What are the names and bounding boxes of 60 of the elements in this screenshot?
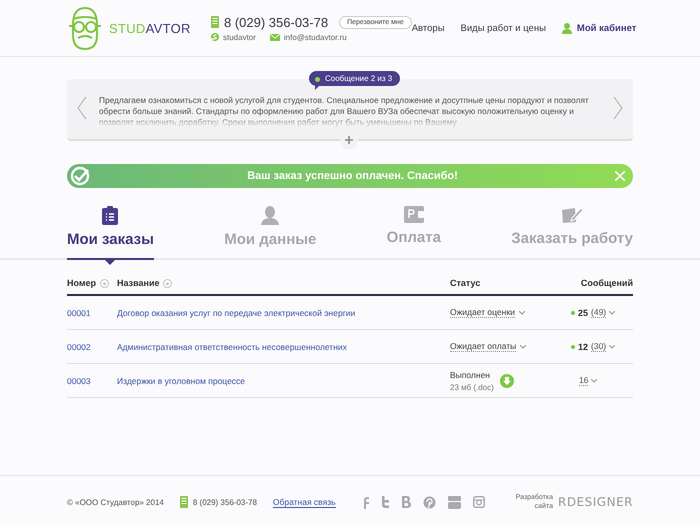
column-header: Сообщений [580, 278, 633, 288]
sort-icon[interactable] [100, 278, 110, 288]
skype-name[interactable]: studavtor [223, 32, 256, 42]
caret-icon [520, 344, 526, 348]
unread-count: 25 [578, 308, 588, 318]
notice-text: Ваш заказ успешно оплачен. Спасибо! [246, 170, 459, 182]
facebook-icon[interactable] [362, 496, 369, 508]
expand-icon[interactable] [345, 136, 353, 144]
nav-link[interactable]: Виды работ и цены [460, 22, 546, 34]
caret-icon[interactable] [609, 310, 616, 314]
order-number[interactable]: 00003 [67, 376, 117, 386]
column-header: Номер [67, 278, 96, 288]
order-title[interactable]: Административная ответственность несовершеннолетних [117, 342, 450, 352]
order-title[interactable]: Договор оказания услуг по передаче электрической энергии [117, 308, 450, 318]
close-icon[interactable] [615, 171, 625, 181]
unread-count: 12 [578, 342, 588, 352]
mail-icon [270, 34, 280, 40]
unread-dot [571, 344, 575, 348]
order-number[interactable]: 00001 [67, 308, 117, 318]
order-number[interactable]: 00002 [67, 342, 117, 352]
account-link[interactable]: Мой кабинет [562, 22, 636, 34]
caret-icon[interactable] [609, 344, 616, 348]
unread-dot [571, 310, 575, 314]
skype-icon [211, 33, 219, 41]
file-size: 23 мб (.doc) [450, 382, 494, 392]
document-pencil-icon [561, 206, 584, 224]
sort-icon[interactable] [163, 278, 172, 288]
phone-icon [180, 496, 188, 508]
vk-icon[interactable] [402, 496, 411, 508]
logo-text: STUDAVTOR [109, 20, 191, 36]
nav-link[interactable]: Авторы [412, 22, 445, 34]
pinterest-icon[interactable] [422, 496, 436, 508]
order-title[interactable]: Издержки в уголовном процессе [117, 376, 450, 386]
caret-icon [518, 310, 525, 314]
status-dropdown[interactable]: Ожидает оплаты [450, 341, 526, 352]
download-icon[interactable] [500, 374, 514, 388]
footer-phone: 8 (029) 356-03-78 [192, 498, 257, 506]
message-total: (49) [591, 307, 606, 318]
clipboard-icon [102, 206, 118, 225]
twitter-icon[interactable] [380, 496, 390, 508]
person-icon [261, 206, 280, 225]
user-icon [562, 22, 572, 34]
status-dropdown[interactable]: Ожидает оценки [450, 307, 525, 318]
check-icon [70, 166, 90, 186]
copyright-text: © «ООО Студавтор» 2014 [67, 498, 164, 506]
email-link[interactable]: info@studavtor.ru [284, 32, 347, 42]
message-total: (30) [591, 341, 606, 352]
column-header: Статус [450, 278, 480, 288]
message-text: Предлагаем ознакомиться с новой услугой для студентов. Специальное предложение и досутпные цены порадуют и позволят обрести больше знаний. Стандарты по оформлению работ для Вашего ВУЗа обеспечат высокую положительную оценку и позволят исключить доработку. Сроки выполнения работ могут быть уменьшены по Вашему [98, 95, 590, 129]
logo-icon [67, 5, 103, 51]
wallet-icon [404, 206, 424, 223]
phone-number: 8 (029) 356-03-78 [224, 14, 328, 30]
message-count: 16 [579, 375, 588, 386]
feedback-link[interactable]: Обратная связь [272, 496, 336, 508]
phone-icon [211, 16, 219, 28]
instagram-icon[interactable] [472, 496, 485, 508]
youtube-icon[interactable] [448, 496, 461, 508]
status-text: Выполнен [450, 370, 491, 380]
caret-icon[interactable] [591, 378, 598, 382]
column-header: Название [117, 278, 160, 288]
